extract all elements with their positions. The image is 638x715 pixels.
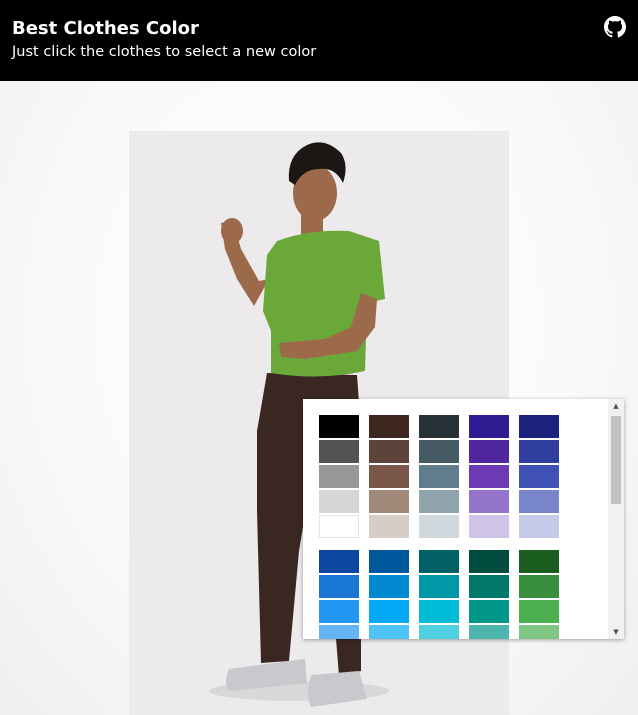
color-swatch[interactable] xyxy=(319,550,359,573)
color-swatch[interactable] xyxy=(469,465,509,488)
app-header: Best Clothes Color Just click the clothe… xyxy=(0,0,638,81)
swatch-column xyxy=(319,415,359,540)
picker-scrollbar[interactable]: ▲ ▼ xyxy=(608,399,624,639)
color-swatch[interactable] xyxy=(369,575,409,598)
color-swatch[interactable] xyxy=(319,575,359,598)
color-swatch[interactable] xyxy=(519,490,559,513)
color-swatch[interactable] xyxy=(319,415,359,438)
swatch-group-blues-greens xyxy=(319,550,559,639)
color-swatch[interactable] xyxy=(319,490,359,513)
color-swatch[interactable] xyxy=(419,550,459,573)
color-swatch[interactable] xyxy=(419,515,459,538)
swatch-column xyxy=(369,550,409,639)
color-swatch[interactable] xyxy=(469,490,509,513)
color-swatch[interactable] xyxy=(469,550,509,573)
swatch-column xyxy=(419,415,459,540)
color-swatch[interactable] xyxy=(469,515,509,538)
color-swatch[interactable] xyxy=(419,465,459,488)
github-icon[interactable] xyxy=(604,16,626,38)
color-swatch[interactable] xyxy=(319,440,359,463)
raised-hand xyxy=(221,218,243,244)
color-swatch[interactable] xyxy=(519,415,559,438)
right-shoe[interactable] xyxy=(308,671,367,707)
swatch-column xyxy=(519,415,559,540)
swatch-column xyxy=(319,550,359,639)
swatch-column xyxy=(519,550,559,639)
color-swatch[interactable] xyxy=(419,625,459,639)
swatch-area[interactable] xyxy=(303,399,608,639)
color-swatch[interactable] xyxy=(319,465,359,488)
color-swatch[interactable] xyxy=(419,490,459,513)
color-swatch[interactable] xyxy=(469,600,509,623)
color-swatch[interactable] xyxy=(519,625,559,639)
color-swatch[interactable] xyxy=(369,625,409,639)
color-swatch[interactable] xyxy=(519,600,559,623)
color-swatch[interactable] xyxy=(369,415,409,438)
color-swatch[interactable] xyxy=(469,625,509,639)
swatch-column xyxy=(469,550,509,639)
color-swatch[interactable] xyxy=(319,625,359,639)
color-swatch[interactable] xyxy=(419,415,459,438)
arrow-up-icon[interactable]: ▲ xyxy=(608,399,624,413)
color-swatch[interactable] xyxy=(519,440,559,463)
color-swatch[interactable] xyxy=(319,600,359,623)
color-swatch[interactable] xyxy=(469,575,509,598)
color-swatch[interactable] xyxy=(519,465,559,488)
color-swatch[interactable] xyxy=(519,550,559,573)
color-swatch[interactable] xyxy=(369,490,409,513)
color-swatch[interactable] xyxy=(419,600,459,623)
color-swatch[interactable] xyxy=(519,515,559,538)
color-swatch[interactable] xyxy=(419,575,459,598)
page-subtitle: Just click the clothes to select a new c… xyxy=(12,44,317,60)
color-picker[interactable]: ▲ ▼ xyxy=(303,399,624,639)
page-title: Best Clothes Color xyxy=(12,18,199,39)
color-swatch[interactable] xyxy=(369,550,409,573)
swatch-group-neutrals xyxy=(319,415,559,540)
swatch-column xyxy=(419,550,459,639)
color-swatch[interactable] xyxy=(369,440,409,463)
color-swatch[interactable] xyxy=(469,440,509,463)
color-swatch[interactable] xyxy=(369,600,409,623)
color-swatch[interactable] xyxy=(369,465,409,488)
color-swatch[interactable] xyxy=(469,415,509,438)
scroll-thumb[interactable] xyxy=(611,416,621,504)
arrow-down-icon[interactable]: ▼ xyxy=(608,625,624,639)
color-swatch[interactable] xyxy=(369,515,409,538)
color-swatch[interactable] xyxy=(319,515,359,538)
swatch-column xyxy=(369,415,409,540)
color-swatch[interactable] xyxy=(519,575,559,598)
swatch-column xyxy=(469,415,509,540)
color-swatch[interactable] xyxy=(419,440,459,463)
